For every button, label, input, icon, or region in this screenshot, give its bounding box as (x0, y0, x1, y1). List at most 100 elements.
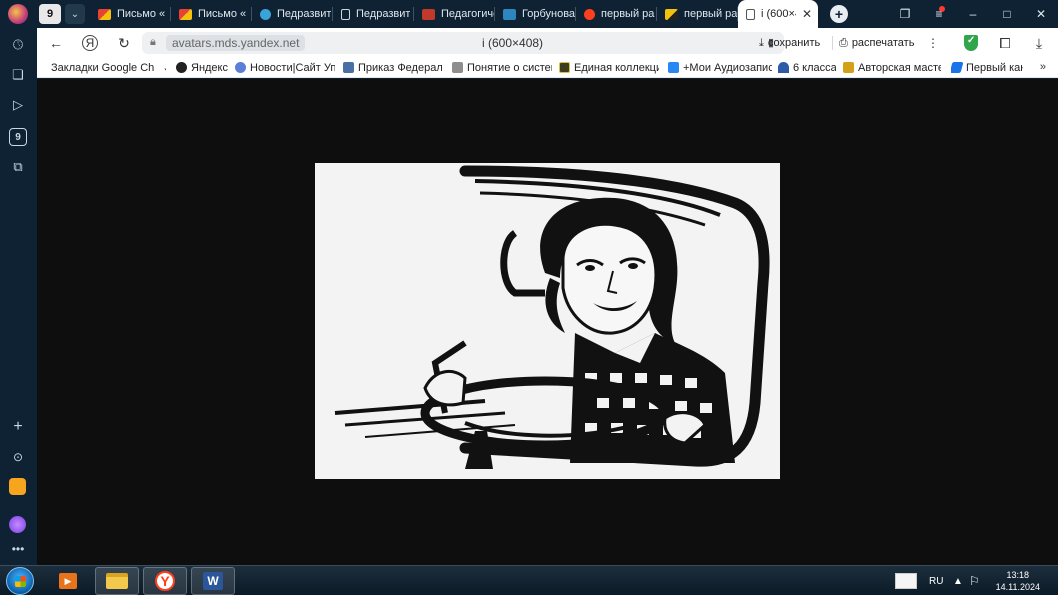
bookmark-prikaz[interactable]: Приказ Федераль (343, 58, 442, 78)
close-window-button[interactable]: ✕ (1024, 0, 1058, 28)
globe-icon (260, 8, 271, 20)
bookmarks-overflow-icon[interactable]: » (1040, 61, 1046, 73)
extensions-puzzle-icon[interactable]: ⧠ (995, 33, 1015, 53)
start-button[interactable] (6, 567, 34, 595)
bookmark-label: Приказ Федераль (358, 61, 442, 74)
gmail-icon (98, 8, 111, 20)
bookmark-yandex[interactable]: Яндекс (176, 58, 231, 78)
bookmark-label: Новости|Сайт Упр (250, 61, 335, 74)
windows-taskbar: ▶ Y W RU ▲ ⚐ 13:18 14.11.2024 (0, 565, 1058, 595)
system-clock[interactable]: 13:18 14.11.2024 (996, 569, 1040, 593)
bookmark-avtorskaya[interactable]: Авторская мастер (843, 58, 941, 78)
tab-gorbunova[interactable]: Горбунова (495, 0, 576, 28)
site-icon (343, 62, 354, 73)
protect-shield-icon[interactable] (964, 35, 978, 51)
back-arrow-icon[interactable]: ← (46, 33, 66, 53)
alice-assistant-icon[interactable] (9, 516, 26, 533)
bookmark-label: Единая коллекция (574, 61, 659, 74)
clock-time: 13:18 (1006, 570, 1030, 580)
toolbar-divider (832, 36, 833, 50)
tab-pedrazvitie-2[interactable]: Педразвит (333, 0, 414, 28)
bookmark-label: +Мои Аудиозапис (683, 61, 772, 74)
menu-icon[interactable]: ≡ (922, 0, 956, 28)
document-icon (341, 8, 350, 20)
tab-title: первый ра (601, 8, 655, 20)
window-controls: ❐ ≡ – □ ✕ (888, 0, 1058, 28)
bookmark-label: Закладки Google Ch (51, 61, 155, 74)
add-panel-icon[interactable]: + (9, 418, 27, 436)
tab-title: Письмо « (117, 8, 166, 20)
bookmark-edinaya-kollekciya[interactable]: Единая коллекция (559, 58, 659, 78)
site-icon (951, 62, 964, 73)
bookmark-ponyatie[interactable]: Понятие о систем (452, 58, 552, 78)
bookmarks-bar: Закладки Google Ch ⌄ Яндекс Новости|Сайт… (37, 58, 1058, 78)
tray-expand-icon[interactable]: ▲ (953, 566, 963, 595)
tab-pedagogika[interactable]: Педагогиче (414, 0, 495, 28)
minimize-button[interactable]: – (956, 0, 990, 28)
collections-icon[interactable]: ❐ (888, 0, 922, 28)
chevron-down-icon: ⌄ (162, 61, 166, 74)
pen-tablet-icon[interactable] (895, 566, 917, 595)
tab-strip: 9 ⌄ Письмо « Письмо « Педразвит Педразви… (0, 0, 1058, 28)
tab-yandex-images[interactable]: первый ра (657, 0, 738, 28)
play-video-icon[interactable]: ▷ (9, 96, 27, 114)
language-indicator[interactable]: RU (929, 566, 943, 595)
tab-mail-1[interactable]: Письмо « (90, 0, 171, 28)
tab-list-chevron-icon[interactable]: ⌄ (65, 4, 85, 24)
tab-pedrazvitie-1[interactable]: Педразвит (252, 0, 333, 28)
page-viewport (37, 79, 1058, 565)
tab-counter-badge[interactable]: 9 (39, 4, 61, 24)
yandex-icon (584, 8, 595, 20)
bookmark-google-chrome[interactable]: Закладки Google Ch ⌄ (51, 58, 166, 78)
notification-dot (939, 6, 945, 12)
screenshot-camera-icon[interactable]: ⧉ (9, 158, 27, 176)
reload-icon[interactable]: ↻ (114, 33, 134, 53)
profile-avatar[interactable] (8, 4, 28, 24)
displayed-image[interactable] (315, 163, 780, 479)
tab-title: Педразвит (277, 8, 331, 20)
yandex-logo-icon[interactable]: Я (82, 35, 98, 51)
bookmark-label: 6 класса (793, 61, 836, 74)
print-button[interactable]: ⎙ распечатать (839, 34, 914, 52)
downloads-icon[interactable]: ⤓ (1029, 33, 1049, 53)
more-vertical-icon[interactable]: ⋮ (923, 33, 943, 53)
bookmark-label: Авторская мастер (858, 61, 941, 74)
site-icon (422, 8, 435, 20)
close-tab-icon[interactable]: ✕ (802, 7, 812, 21)
printer-icon: ⎙ (839, 36, 848, 49)
maximize-button[interactable]: □ (990, 0, 1024, 28)
bookmark-label: Первый кан (966, 61, 1023, 74)
tab-yandex-search[interactable]: первый ра (576, 0, 657, 28)
network-icon[interactable]: ⚐ (969, 566, 980, 595)
tab-mail-2[interactable]: Письмо « (171, 0, 252, 28)
bookmark-vk-audio[interactable]: +Мои Аудиозапис (668, 58, 772, 78)
download-icon: ⤓ (759, 36, 764, 49)
bookmark-news[interactable]: Новости|Сайт Упр (235, 58, 335, 78)
collections-icon[interactable]: ❏ (9, 66, 27, 84)
mail-app-icon[interactable] (9, 478, 26, 495)
save-button[interactable]: ⤓ сохранить (759, 34, 820, 52)
new-tab-button[interactable]: + (830, 5, 848, 23)
url-domain[interactable]: avatars.mds.yandex.net (166, 35, 306, 51)
images-icon (665, 8, 678, 20)
tab-list: Письмо « Письмо « Педразвит Педразвит Пе… (90, 0, 818, 28)
media-player-icon[interactable]: ▶ (46, 567, 90, 595)
document-icon (746, 8, 755, 20)
word-icon[interactable]: W (191, 567, 235, 595)
tab-counter-icon[interactable]: 9 (9, 128, 27, 146)
play-icon: ▶ (59, 573, 77, 589)
tab-active-image[interactable]: i (600×4 ✕ (738, 0, 818, 28)
site-icon (503, 8, 516, 20)
browser-sidebar: 🕓︎ ❏ ▷ 9 ⧉ + ⊙ ••• (0, 28, 37, 565)
site-icon (778, 62, 789, 73)
file-explorer-icon[interactable] (95, 567, 139, 595)
bookmark-label: Понятие о систем (467, 61, 552, 74)
more-dots-icon[interactable]: ••• (9, 540, 27, 558)
bookmark-perviy-kanal[interactable]: Первый кан (951, 58, 1023, 78)
history-clock-icon[interactable]: 🕓︎ (9, 36, 27, 54)
yandex-browser-taskbar-icon[interactable]: Y (143, 567, 187, 595)
address-bar[interactable]: 🔒︎ avatars.mds.yandex.net i (600×408) ▮ (142, 32, 784, 54)
print-label: распечатать (851, 37, 915, 49)
bookmark-6-klassa[interactable]: 6 класса (778, 58, 836, 78)
alice-circle-icon[interactable]: ⊙ (9, 448, 27, 466)
